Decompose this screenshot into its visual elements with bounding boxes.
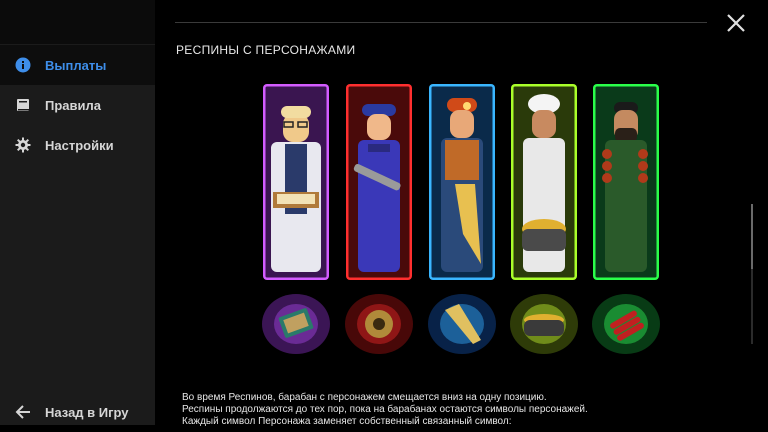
book-icon [15,97,31,113]
gear-icon [15,137,31,153]
sidebar-item-label: Выплаты [45,57,107,73]
sidebar: Выплаты Правила Настройки Назад в Игру [0,0,155,425]
divider [175,22,707,23]
close-button[interactable] [725,12,747,34]
pot-symbol [507,292,581,356]
description-line: Респины продолжаются до тех пор, пока на… [182,404,588,415]
gear-symbol [342,292,416,356]
close-icon [727,14,745,32]
section-title: РЕСПИНЫ С ПЕРСОНАЖАМИ [176,43,356,57]
character-card-bbq-man [593,84,659,280]
back-to-game-label: Назад в Игру [45,404,129,420]
character-card-miner [429,84,495,280]
book-symbol [259,292,333,356]
sidebar-item-payouts[interactable]: Выплаты [0,45,155,85]
description-line: Во время Респинов, барабан с персонажем … [182,392,547,403]
sidebar-item-label: Правила [45,97,101,113]
sidebar-item-rules[interactable]: Правила [0,85,155,125]
paytable-panel: РЕСПИНЫ С ПЕРСОНАЖАМИ Во время Респинов,… [155,0,768,428]
dynamite-symbol [589,292,663,356]
sidebar-item-settings[interactable]: Настройки [0,125,155,165]
sidebar-item-label: Настройки [45,137,114,153]
sidebar-header [0,0,155,44]
drill-symbol [425,292,499,356]
character-card-chef [511,84,577,280]
description-line: Каждый символ Персонажа заменяет собстве… [182,416,512,427]
character-card-scientist [263,84,329,280]
back-to-game-button[interactable]: Назад в Игру [0,392,155,432]
scrollbar-thumb[interactable] [751,204,753,269]
description: Во время Респинов, барабан с персонажем … [182,392,742,428]
character-card-mechanic [346,84,412,280]
arrow-left-icon [15,404,31,420]
info-icon [15,57,31,73]
